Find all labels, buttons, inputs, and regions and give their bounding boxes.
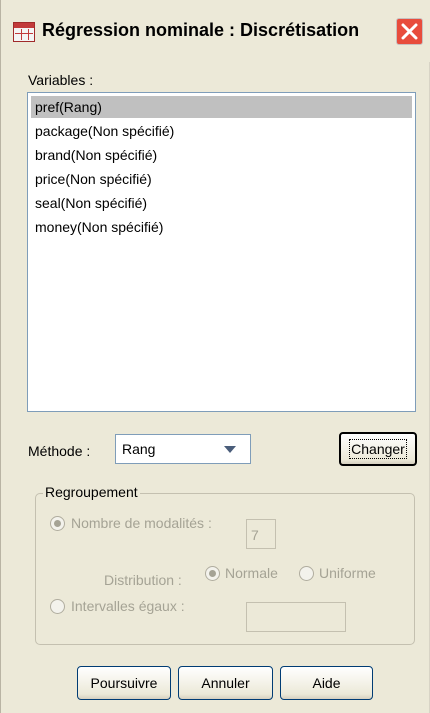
title-bar[interactable]: Régression nominale : Discrétisation	[1, 0, 430, 62]
list-item-pref[interactable]: pref(Rang)	[31, 96, 412, 118]
equal-intervals-field[interactable]	[246, 602, 346, 632]
uniform-label: Uniforme	[319, 565, 376, 581]
normal-label: Normale	[225, 565, 278, 581]
num-categories-value: 7	[251, 527, 259, 543]
window-title: Régression nominale : Discrétisation	[42, 20, 360, 40]
uniform-radio[interactable]	[299, 566, 314, 581]
close-button[interactable]	[396, 18, 423, 45]
num-categories-radio[interactable]	[50, 516, 65, 531]
help-button[interactable]: Aide	[280, 666, 373, 700]
variables-listbox[interactable]: pref(Rang) package(Non spécifié) brand(N…	[27, 92, 416, 412]
grouping-legend: Regroupement	[43, 484, 140, 500]
method-dropdown[interactable]: Rang	[115, 434, 251, 464]
method-label: Méthode :	[28, 443, 91, 459]
list-item-seal[interactable]: seal(Non spécifié)	[31, 192, 412, 214]
num-categories-field[interactable]: 7	[246, 519, 276, 549]
cancel-button[interactable]: Annuler	[178, 666, 273, 700]
close-icon	[401, 23, 418, 40]
discretization-dialog: Régression nominale : Discrétisation Var…	[0, 0, 430, 713]
spss-data-icon	[13, 22, 35, 42]
num-categories-label: Nombre de modalités :	[71, 515, 212, 531]
change-button[interactable]: Changer	[339, 432, 417, 466]
distribution-label: Distribution :	[104, 572, 182, 588]
equal-intervals-radio[interactable]	[50, 599, 65, 614]
equal-intervals-label: Intervalles égaux :	[71, 598, 185, 614]
chevron-down-icon[interactable]	[224, 446, 236, 453]
list-item-package[interactable]: package(Non spécifié)	[31, 120, 412, 142]
list-item-money[interactable]: money(Non spécifié)	[31, 216, 412, 238]
list-item-price[interactable]: price(Non spécifié)	[31, 168, 412, 190]
normal-radio[interactable]	[205, 566, 220, 581]
list-item-brand[interactable]: brand(Non spécifié)	[31, 144, 412, 166]
variables-label: Variables :	[28, 72, 94, 88]
method-selected-value: Rang	[122, 441, 156, 457]
continue-button[interactable]: Poursuivre	[77, 666, 171, 700]
change-button-label: Changer	[349, 439, 407, 459]
